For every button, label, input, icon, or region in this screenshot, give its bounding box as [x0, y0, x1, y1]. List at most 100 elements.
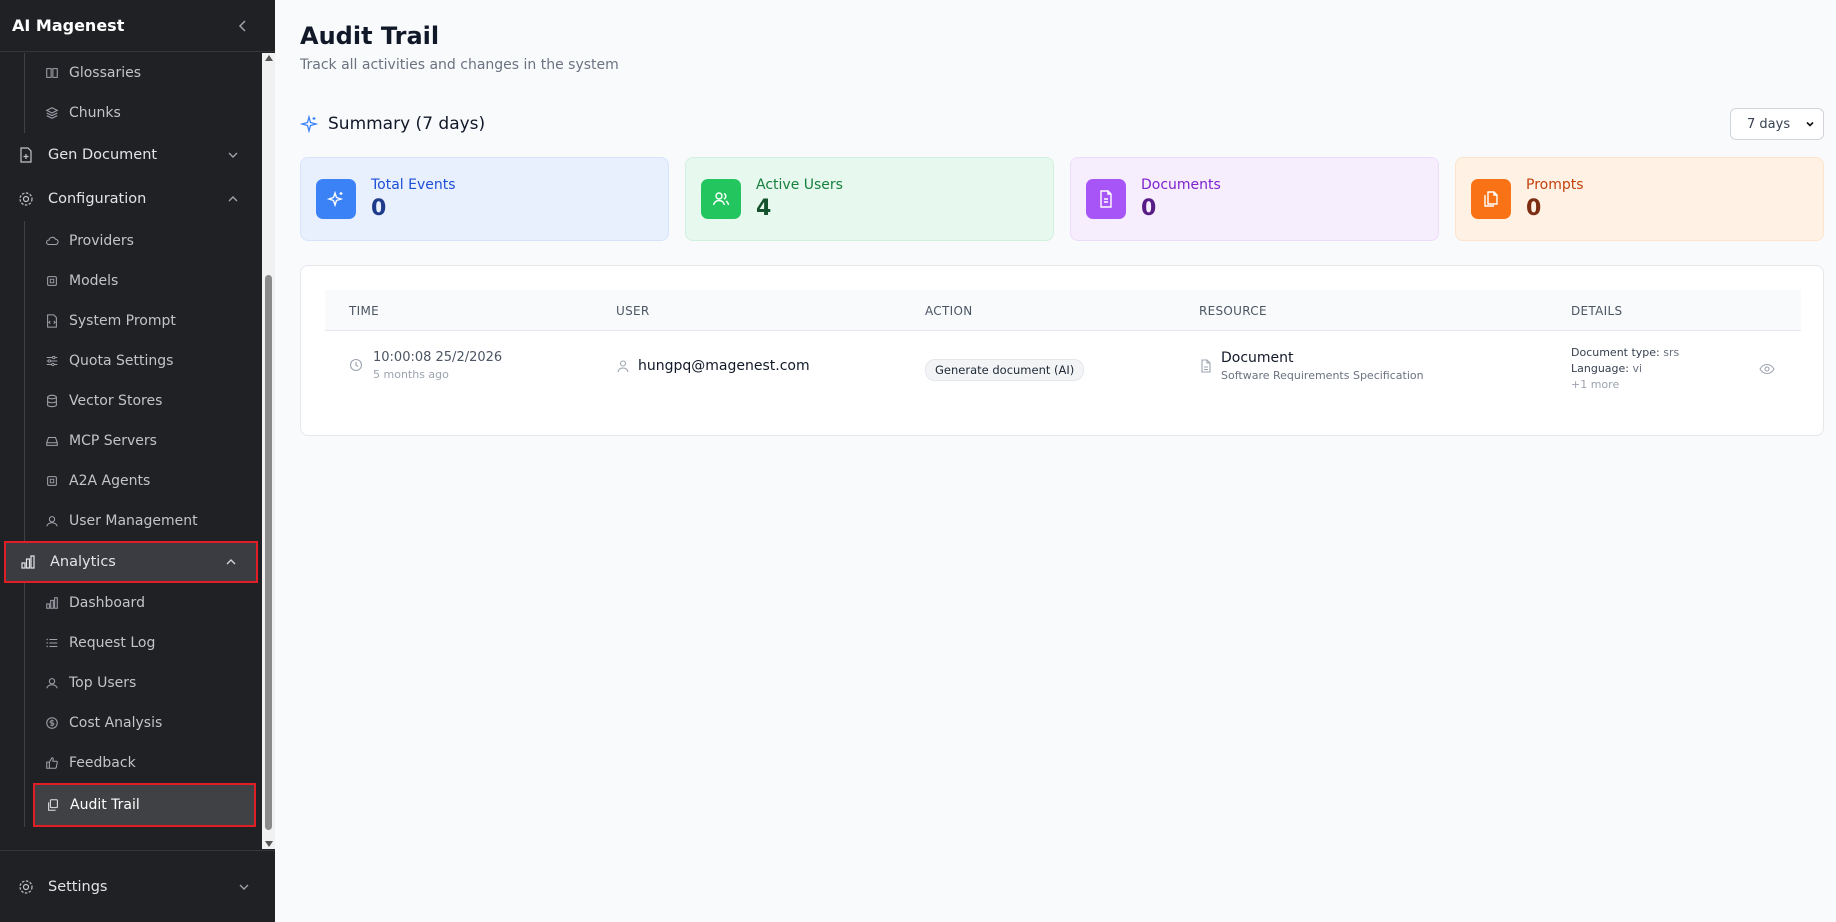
scroll-up-arrow-icon[interactable]	[265, 55, 273, 61]
sidebar-item-models[interactable]: Models	[25, 261, 262, 301]
detail-label: Document type:	[1571, 346, 1660, 359]
sidebar-group-configuration[interactable]: Configuration	[0, 177, 262, 221]
sidebar-nav: Glossaries Chunks Gen Document Configura…	[0, 53, 262, 849]
configuration-submenu: Providers Models System Prompt Quota Set…	[24, 221, 262, 541]
action-badge: Generate document (AI)	[925, 359, 1085, 381]
sidebar-item-chunks[interactable]: Chunks	[25, 93, 262, 133]
sidebar-footer: Settings	[0, 850, 275, 922]
brand-name: AI Magenest	[12, 16, 125, 35]
user-cog-icon	[46, 516, 58, 527]
detail-label: Language:	[1571, 362, 1629, 375]
stat-value: 0	[1526, 196, 1542, 221]
sidebar-item-label: User Management	[69, 513, 198, 529]
column-header-details[interactable]: DETAILS	[1571, 304, 1622, 318]
resource-subtitle: Software Requirements Specification	[1221, 369, 1424, 382]
copy-icon	[1484, 191, 1498, 207]
sidebar-item-label: System Prompt	[69, 313, 176, 329]
period-select[interactable]: 7 days	[1730, 108, 1824, 140]
period-select-value: 7 days	[1747, 116, 1791, 132]
column-header-time[interactable]: TIME	[349, 304, 379, 318]
details-cell: Document type: srs Language: vi +1 more	[1571, 345, 1679, 393]
sparkles-icon	[300, 115, 318, 133]
sidebar-item-system-prompt[interactable]: System Prompt	[25, 301, 262, 341]
column-header-action[interactable]: ACTION	[925, 304, 972, 318]
sidebar-item-label: Quota Settings	[69, 353, 174, 369]
sidebar-item-user-management[interactable]: User Management	[25, 501, 262, 541]
stat-label: Prompts	[1526, 177, 1584, 193]
stat-value: 4	[756, 196, 772, 221]
collapse-sidebar-icon[interactable]	[235, 18, 251, 34]
user-cell: hungpq@magenest.com	[616, 358, 810, 374]
sidebar-item-label: Feedback	[69, 755, 136, 771]
stat-card-documents: Documents 0	[1070, 157, 1439, 241]
page-title: Audit Trail	[300, 22, 440, 50]
chip-icon	[47, 476, 57, 486]
cpu-icon	[47, 276, 57, 286]
clock-icon	[349, 358, 363, 372]
hard-drive-icon	[46, 436, 58, 446]
sidebar-item-audit-trail[interactable]: Audit Trail	[33, 783, 256, 827]
detail-value: vi	[1632, 362, 1643, 375]
sidebar-item-feedback[interactable]: Feedback	[25, 743, 262, 783]
summary-title: Summary (7 days)	[328, 114, 486, 134]
sidebar-item-vector-stores[interactable]: Vector Stores	[25, 381, 262, 421]
sidebar-item-request-log[interactable]: Request Log	[25, 623, 262, 663]
stat-icon-box	[316, 179, 356, 219]
sidebar-item-quota-settings[interactable]: Quota Settings	[25, 341, 262, 381]
sidebar-item-providers[interactable]: Providers	[25, 221, 262, 261]
sidebar-item-a2a-agents[interactable]: A2A Agents	[25, 461, 262, 501]
stat-value: 0	[1141, 196, 1157, 221]
user-email: hungpq@magenest.com	[638, 358, 810, 374]
sidebar-item-label: Cost Analysis	[69, 715, 163, 731]
table-row[interactable]: 10:00:08 25/2/2026 5 months ago hungpq@m…	[325, 332, 1801, 412]
column-header-resource[interactable]: RESOURCE	[1199, 304, 1267, 318]
chevron-up-icon	[226, 192, 240, 206]
sidebar-group-settings[interactable]: Settings	[0, 851, 275, 922]
sidebar-item-glossaries[interactable]: Glossaries	[25, 53, 262, 93]
column-header-user[interactable]: USER	[616, 304, 650, 318]
sidebar-item-label: Top Users	[69, 675, 137, 691]
stat-label: Documents	[1141, 177, 1221, 193]
sidebar-item-label: Vector Stores	[69, 393, 163, 409]
sidebar-item-label: Audit Trail	[70, 797, 140, 813]
sidebar-item-mcp-servers[interactable]: MCP Servers	[25, 421, 262, 461]
file-plus-icon	[18, 147, 34, 163]
chevron-down-icon	[226, 148, 240, 162]
stat-card-active-users: Active Users 4	[685, 157, 1054, 241]
view-details-button[interactable]	[1759, 363, 1775, 378]
stat-icon-box	[1086, 179, 1126, 219]
sidebar-item-cost-analysis[interactable]: Cost Analysis	[25, 703, 262, 743]
detail-document-type: Document type: srs	[1571, 345, 1679, 361]
sidebar-group-gen-document[interactable]: Gen Document	[0, 133, 262, 177]
sidebar-item-label: A2A Agents	[69, 473, 151, 489]
gear-icon	[18, 879, 34, 895]
resource-name: Document	[1221, 350, 1294, 366]
audit-table: TIME USER ACTION RESOURCE DETAILS 10:00:…	[300, 265, 1824, 436]
sidebar-item-label: Models	[69, 273, 119, 289]
stat-label: Total Events	[371, 177, 456, 193]
sparkles-icon	[326, 190, 344, 208]
page-subtitle: Track all activities and changes in the …	[300, 57, 619, 73]
scrollbar-thumb[interactable]	[265, 275, 272, 830]
sidebar-group-label: Analytics	[50, 554, 116, 570]
event-relative-time: 5 months ago	[373, 368, 449, 381]
scroll-down-arrow-icon[interactable]	[265, 841, 273, 847]
sidebar-item-top-users[interactable]: Top Users	[25, 663, 262, 703]
chevron-down-icon	[237, 880, 251, 894]
summary-header: Summary (7 days)	[300, 114, 485, 134]
bar-chart-icon	[46, 597, 58, 609]
sidebar-group-label: Gen Document	[48, 147, 158, 163]
sidebar-group-analytics[interactable]: Analytics	[4, 541, 258, 583]
sidebar-item-label: Providers	[69, 233, 134, 249]
stat-icon-box	[1471, 179, 1511, 219]
sidebar-scrollbar[interactable]	[262, 53, 275, 849]
stat-value: 0	[371, 196, 387, 221]
details-more-link[interactable]: +1 more	[1571, 377, 1679, 393]
sidebar-item-label: Glossaries	[69, 65, 142, 81]
user-icon	[617, 360, 629, 373]
user-cog-icon	[46, 678, 58, 689]
gear-icon	[18, 191, 34, 207]
sidebar-item-dashboard[interactable]: Dashboard	[25, 583, 262, 623]
layers-icon	[45, 107, 59, 119]
stats-row: Total Events 0 Active Users 4 Documents …	[300, 157, 1824, 241]
